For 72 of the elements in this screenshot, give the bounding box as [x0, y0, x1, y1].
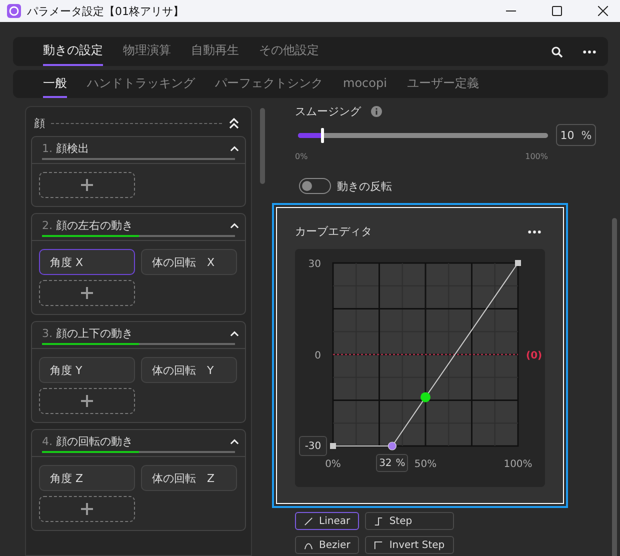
parameter-chip[interactable]: 角度 Z: [39, 465, 135, 491]
more-icon[interactable]: [583, 50, 596, 54]
maximize-icon[interactable]: [552, 6, 562, 16]
min-value-field[interactable]: -30: [299, 436, 327, 456]
scrollbar-thumb[interactable]: [260, 108, 265, 184]
add-button[interactable]: [39, 172, 135, 198]
plus-icon: [81, 395, 93, 407]
add-button[interactable]: [39, 496, 135, 522]
x-tick-label: 50%: [414, 459, 437, 470]
curve-mode-button[interactable]: Linear: [295, 512, 360, 530]
curve-mode-button[interactable]: Invert Step: [365, 536, 454, 554]
chevron-up-icon[interactable]: [230, 146, 239, 152]
plus-icon: [81, 179, 93, 191]
corner-icon: [374, 540, 384, 550]
y-tick-label: 0: [314, 350, 321, 362]
search-icon[interactable]: [551, 46, 563, 58]
toggle-label: 動きの反転: [337, 178, 392, 194]
sub-tab[interactable]: パーフェクトシンク: [215, 70, 323, 98]
max-label: 100%: [525, 152, 548, 161]
parameter-chip[interactable]: 体の回転 Z: [141, 465, 237, 491]
plus-icon: [81, 287, 93, 299]
section-title: 1. 顔検出: [42, 141, 89, 156]
sub-tab[interactable]: ユーザー定義: [406, 70, 479, 98]
sub-tab[interactable]: mocopi: [343, 70, 387, 98]
smoothing-label: スムージング: [295, 104, 361, 118]
parameter-chip[interactable]: 角度 Y: [39, 357, 135, 383]
step-icon: [374, 516, 384, 526]
curve-point[interactable]: [420, 392, 430, 402]
add-button[interactable]: [39, 280, 135, 306]
group-title: 顔: [34, 116, 45, 130]
app-icon: [7, 4, 21, 18]
y-tick-label: 30: [308, 259, 321, 270]
x-tick-label: 100%: [504, 459, 532, 470]
tab[interactable]: 物理演算: [123, 37, 171, 66]
section-title: 2. 顔の左右の動き: [42, 218, 133, 233]
curve-handle[interactable]: [330, 443, 336, 449]
value-field[interactable]: 10 %: [556, 124, 596, 146]
slider-track[interactable]: [298, 128, 548, 142]
tab[interactable]: 動きの設定: [43, 37, 103, 66]
info-icon[interactable]: [371, 106, 382, 116]
toggle-switch[interactable]: [299, 178, 331, 194]
sub-tab[interactable]: ハンドトラッキング: [87, 70, 195, 98]
parameter-chip[interactable]: 角度 X: [39, 249, 135, 275]
tab[interactable]: 自動再生: [191, 37, 239, 66]
parameter-chip[interactable]: 体の回転 Y: [141, 357, 237, 383]
reference-label: (0): [526, 350, 542, 362]
curve-point[interactable]: [388, 442, 396, 450]
tab[interactable]: その他設定: [259, 37, 319, 66]
chevron-up-icon[interactable]: [230, 438, 239, 444]
parameter-chip[interactable]: 体の回転 X: [141, 249, 237, 275]
chevron-up-icon[interactable]: [230, 222, 239, 228]
point-x-field[interactable]: 32 %: [376, 454, 408, 472]
arch-icon: [304, 540, 313, 550]
slider-handle[interactable]: [321, 128, 324, 142]
close-icon[interactable]: [598, 6, 608, 16]
double-chevron-icon[interactable]: [228, 117, 240, 129]
section-title: 3. 顔の上下の動き: [42, 326, 133, 341]
scrollbar-thumb[interactable]: [612, 218, 617, 556]
more-icon[interactable]: [528, 230, 541, 234]
x-tick-label: 0%: [325, 459, 341, 470]
section-title: 4. 顔の回転の動き: [42, 434, 133, 449]
curve-mode-button[interactable]: Step: [365, 512, 454, 530]
chevron-up-icon[interactable]: [230, 330, 239, 336]
plus-icon: [81, 503, 93, 515]
card-title: カーブエディタ: [295, 224, 372, 239]
curve-mode-button[interactable]: Bezier: [295, 536, 360, 554]
add-button[interactable]: [39, 388, 135, 414]
sub-tab[interactable]: 一般: [43, 70, 67, 98]
diagonal-line-icon: [304, 516, 313, 526]
min-label: 0%: [295, 152, 308, 161]
curve-handle[interactable]: [515, 260, 521, 266]
window-title: パラメータ設定【01柊アリサ】: [27, 4, 184, 18]
